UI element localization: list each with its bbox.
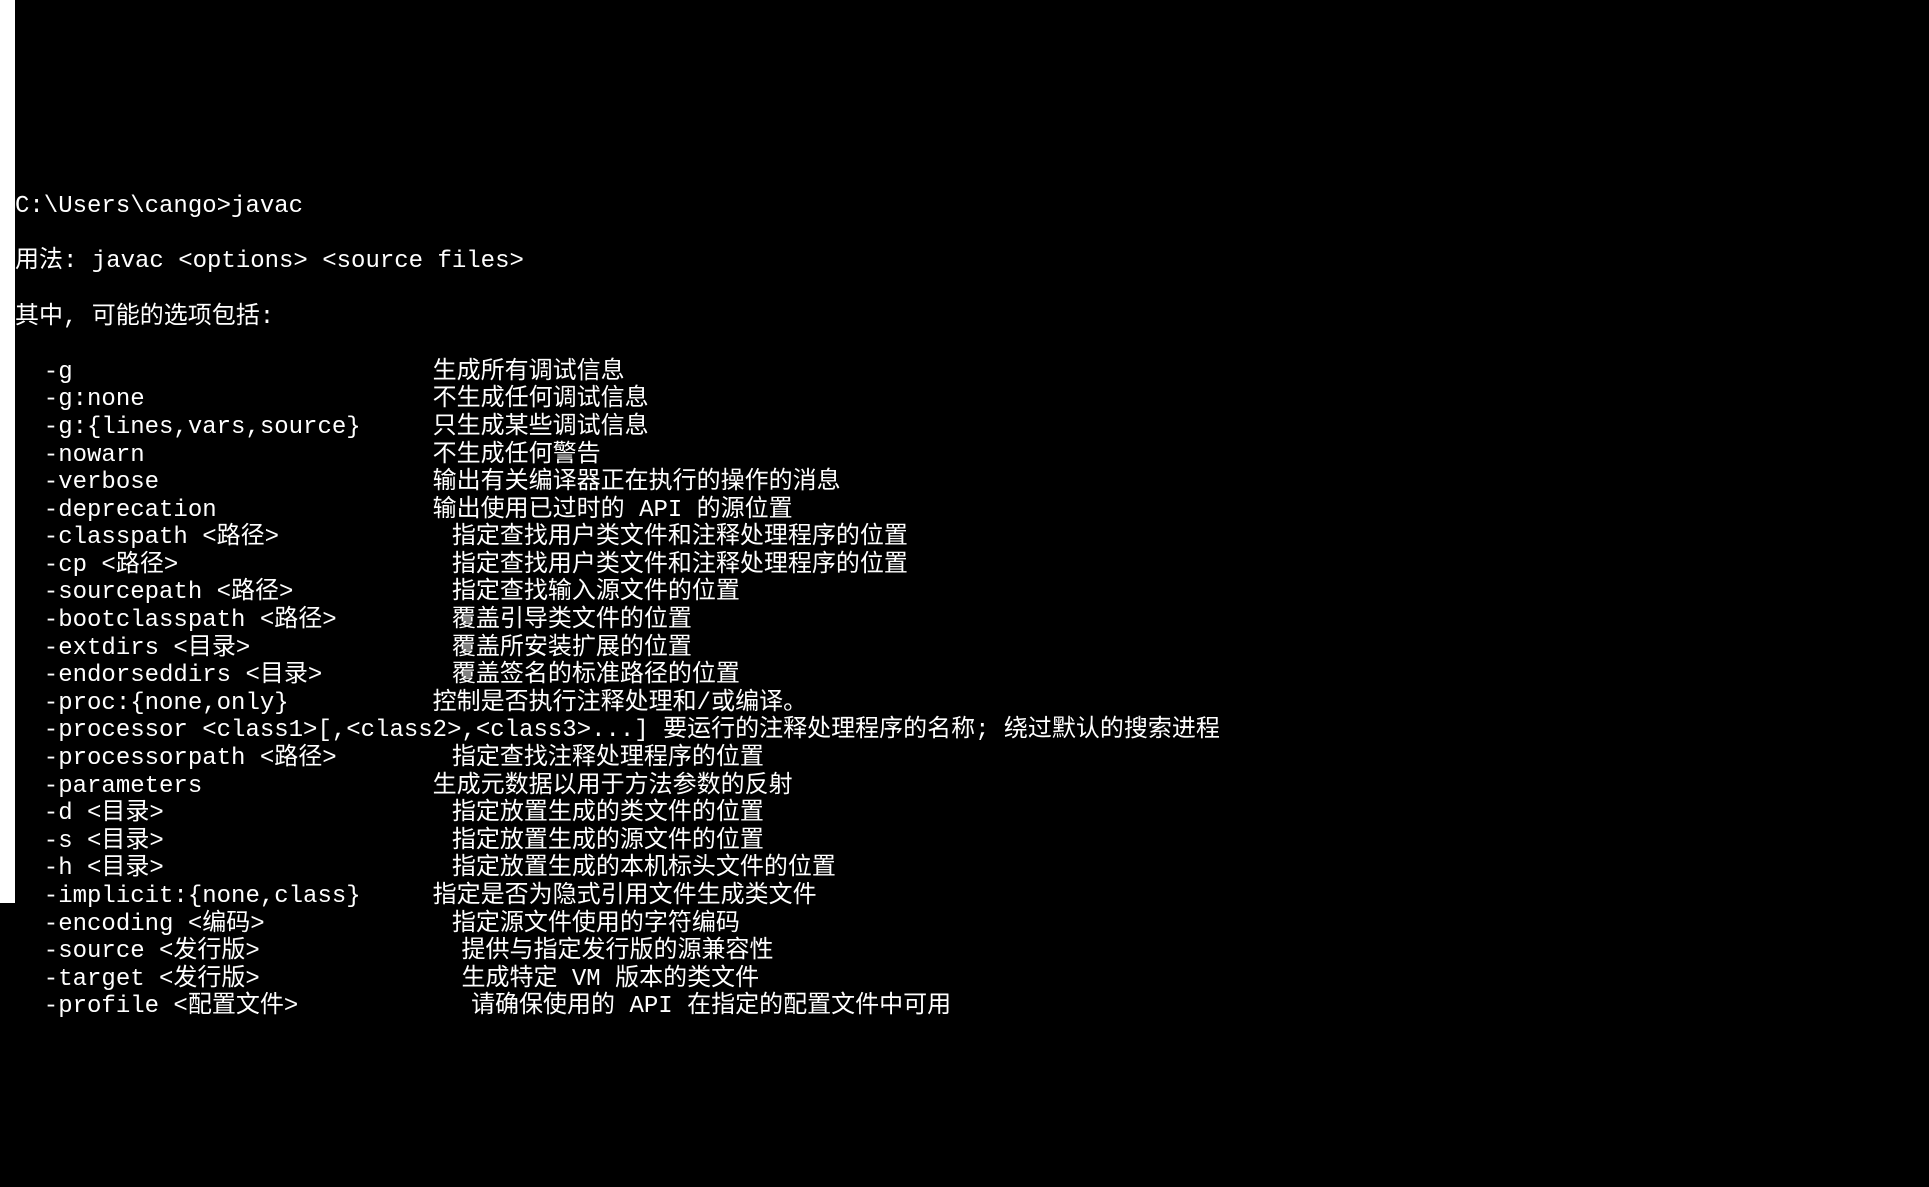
option-description: 生成特定 VM 版本的类文件 <box>461 966 759 993</box>
option-row: -profile <配置文件> 请确保使用的 API 在指定的配置文件中可用 <box>15 993 1929 1021</box>
option-flag: -g:none <box>15 386 433 413</box>
option-row: -processor <class1>[,<class2>,<class3>..… <box>15 717 1929 745</box>
option-flag: -classpath <路径> <box>15 524 452 551</box>
option-description: 生成元数据以用于方法参数的反射 <box>433 773 793 800</box>
option-description: 指定查找注释处理程序的位置 <box>452 745 764 772</box>
terminal-output: C:\Users\cango>javac 用法: javac <options>… <box>15 166 1929 1049</box>
option-row: -processorpath <路径> 指定查找注释处理程序的位置 <box>15 745 1929 773</box>
option-row: -bootclasspath <路径> 覆盖引导类文件的位置 <box>15 607 1929 635</box>
option-description: 覆盖签名的标准路径的位置 <box>452 662 740 689</box>
option-description: 指定是否为隐式引用文件生成类文件 <box>433 883 817 910</box>
option-flag: -d <目录> <box>15 800 452 827</box>
option-flag: -nowarn <box>15 442 433 469</box>
option-flag: -implicit:{none,class} <box>15 883 433 910</box>
option-flag: -extdirs <目录> <box>15 635 452 662</box>
options-list: -g 生成所有调试信息 -g:none 不生成任何调试信息 -g:{lines,… <box>15 359 1929 1021</box>
option-row: -h <目录> 指定放置生成的本机标头文件的位置 <box>15 855 1929 883</box>
prompt-line: C:\Users\cango>javac <box>15 193 1929 221</box>
option-description: 指定放置生成的源文件的位置 <box>452 828 764 855</box>
option-description: 只生成某些调试信息 <box>433 414 649 441</box>
option-flag: -profile <配置文件> <box>15 993 471 1020</box>
option-flag: -proc:{none,only} <box>15 690 433 717</box>
option-flag: -bootclasspath <路径> <box>15 607 452 634</box>
option-description: 覆盖引导类文件的位置 <box>452 607 692 634</box>
option-row: -encoding <编码> 指定源文件使用的字符编码 <box>15 911 1929 939</box>
option-row: -verbose 输出有关编译器正在执行的操作的消息 <box>15 469 1929 497</box>
option-row: -endorseddirs <目录> 覆盖签名的标准路径的位置 <box>15 662 1929 690</box>
option-flag: -g:{lines,vars,source} <box>15 414 433 441</box>
option-flag: -sourcepath <路径> <box>15 579 452 606</box>
usage-line: 用法: javac <options> <source files> <box>15 248 1929 276</box>
option-description: 要运行的注释处理程序的名称; 绕过默认的搜索进程 <box>663 717 1220 744</box>
option-row: -s <目录> 指定放置生成的源文件的位置 <box>15 828 1929 856</box>
option-row: -proc:{none,only} 控制是否执行注释处理和/或编译。 <box>15 690 1929 718</box>
option-row: -target <发行版> 生成特定 VM 版本的类文件 <box>15 966 1929 994</box>
option-row: -d <目录> 指定放置生成的类文件的位置 <box>15 800 1929 828</box>
option-row: -sourcepath <路径> 指定查找输入源文件的位置 <box>15 579 1929 607</box>
option-description: 指定源文件使用的字符编码 <box>452 911 740 938</box>
option-description: 指定查找用户类文件和注释处理程序的位置 <box>452 552 908 579</box>
option-description: 提供与指定发行版的源兼容性 <box>461 938 773 965</box>
option-row: -cp <路径> 指定查找用户类文件和注释处理程序的位置 <box>15 552 1929 580</box>
option-row: -extdirs <目录> 覆盖所安装扩展的位置 <box>15 635 1929 663</box>
option-description: 指定放置生成的本机标头文件的位置 <box>452 855 836 882</box>
option-flag: -processor <class1>[,<class2>,<class3>..… <box>15 717 663 744</box>
option-description: 指定查找用户类文件和注释处理程序的位置 <box>452 524 908 551</box>
left-window-fragment <box>0 0 15 903</box>
option-flag: -source <发行版> <box>15 938 461 965</box>
option-description: 控制是否执行注释处理和/或编译。 <box>433 690 807 717</box>
option-description: 覆盖所安装扩展的位置 <box>452 635 692 662</box>
option-row: -classpath <路径> 指定查找用户类文件和注释处理程序的位置 <box>15 524 1929 552</box>
option-row: -parameters 生成元数据以用于方法参数的反射 <box>15 773 1929 801</box>
option-row: -implicit:{none,class} 指定是否为隐式引用文件生成类文件 <box>15 883 1929 911</box>
option-description: 输出使用已过时的 API 的源位置 <box>433 497 793 524</box>
option-flag: -verbose <box>15 469 433 496</box>
option-flag: -target <发行版> <box>15 966 461 993</box>
option-flag: -parameters <box>15 773 433 800</box>
option-flag: -encoding <编码> <box>15 911 452 938</box>
option-flag: -s <目录> <box>15 828 452 855</box>
option-description: 输出有关编译器正在执行的操作的消息 <box>433 469 841 496</box>
intro-line: 其中, 可能的选项包括: <box>15 304 1929 332</box>
option-row: -g:{lines,vars,source} 只生成某些调试信息 <box>15 414 1929 442</box>
option-row: -g:none 不生成任何调试信息 <box>15 386 1929 414</box>
option-description: 指定放置生成的类文件的位置 <box>452 800 764 827</box>
option-flag: -h <目录> <box>15 855 452 882</box>
option-row: -source <发行版> 提供与指定发行版的源兼容性 <box>15 938 1929 966</box>
option-description: 指定查找输入源文件的位置 <box>452 579 740 606</box>
option-row: -nowarn 不生成任何警告 <box>15 442 1929 470</box>
option-description: 不生成任何警告 <box>433 442 601 469</box>
option-flag: -deprecation <box>15 497 433 524</box>
option-description: 请确保使用的 API 在指定的配置文件中可用 <box>471 993 951 1020</box>
option-row: -deprecation 输出使用已过时的 API 的源位置 <box>15 497 1929 525</box>
option-description: 生成所有调试信息 <box>433 359 625 386</box>
option-flag: -endorseddirs <目录> <box>15 662 452 689</box>
option-flag: -processorpath <路径> <box>15 745 452 772</box>
option-flag: -g <box>15 359 433 386</box>
option-description: 不生成任何调试信息 <box>433 386 649 413</box>
option-flag: -cp <路径> <box>15 552 452 579</box>
option-row: -g 生成所有调试信息 <box>15 359 1929 387</box>
